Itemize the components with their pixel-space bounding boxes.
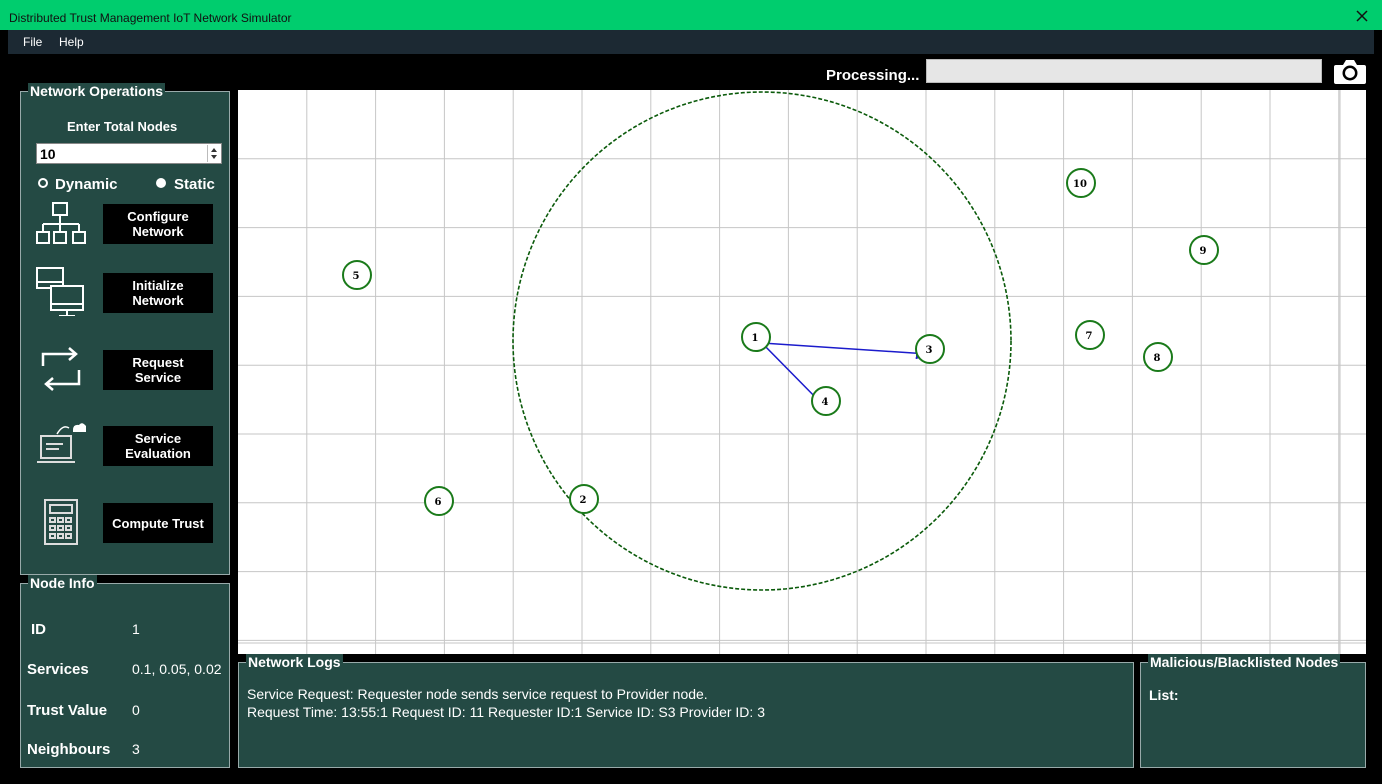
title-bar: Distributed Trust Management IoT Network… (0, 0, 1382, 30)
log-line: Request Time: 13:55:1 Request ID: 11 Req… (247, 704, 765, 720)
node-label: 10 (1073, 179, 1087, 190)
service-link (761, 342, 931, 360)
log-line: Service Request: Requester node sends se… (247, 686, 708, 702)
close-icon[interactable] (1354, 8, 1370, 24)
node-label: 1 (752, 333, 759, 344)
node-label: 7 (1086, 331, 1093, 342)
trust-value: 0 (132, 702, 140, 718)
network-logs-panel: Network Logs Service Request: Requester … (238, 654, 1134, 768)
panel-title: Malicious/Blacklisted Nodes (1148, 654, 1341, 670)
menu-file[interactable]: File (23, 35, 42, 49)
window-title: Distributed Trust Management IoT Network… (9, 11, 292, 25)
node-label: 3 (926, 345, 933, 356)
stepper-up-icon[interactable] (211, 148, 217, 152)
service-evaluation-button[interactable]: Service Evaluation (103, 426, 213, 466)
trust-value-label: Trust Value (27, 702, 108, 719)
panel-title: Network Logs (246, 654, 343, 670)
progress-bar (926, 59, 1322, 83)
compute-trust-button[interactable]: Compute Trust (103, 503, 213, 543)
node-label: 9 (1200, 246, 1207, 257)
neighbours-label: Neighbours (27, 741, 111, 758)
services-value: 0.1, 0.05, 0.02 (132, 661, 222, 677)
radio-static[interactable] (156, 178, 166, 188)
total-nodes-label: Enter Total Nodes (67, 119, 178, 134)
neighbours-value: 3 (132, 741, 140, 757)
node-info-panel: Node Info ID 1 Services 0.1, 0.05, 0.02 … (20, 575, 230, 768)
stepper-down-icon[interactable] (211, 155, 217, 159)
configure-network-button[interactable]: Configure Network (103, 204, 213, 244)
node-label: 5 (353, 271, 360, 282)
network-canvas[interactable]: 1 2 3 4 5 6 7 8 9 10 (238, 90, 1366, 654)
total-nodes-input[interactable]: 10 (36, 143, 222, 164)
radio-dynamic[interactable] (38, 178, 48, 188)
services-label: Services (27, 661, 89, 678)
exchange-arrows-icon (41, 347, 81, 391)
computers-icon (36, 267, 84, 316)
id-label: ID (31, 621, 46, 638)
network-operations-panel: Network Operations Enter Total Nodes 10 … (20, 83, 230, 575)
blacklist-list-label: List: (1149, 687, 1179, 703)
radio-static-label: Static (174, 176, 215, 193)
radio-dynamic-label: Dynamic (55, 176, 118, 193)
menu-bar: File Help (8, 30, 1374, 54)
laptop-cloud-icon (37, 423, 86, 463)
total-nodes-value: 10 (40, 146, 56, 162)
calculator-icon (44, 499, 78, 545)
node-label: 2 (580, 495, 587, 506)
node-label: 4 (822, 397, 829, 408)
node-label: 8 (1154, 353, 1161, 364)
panel-title: Node Info (28, 575, 97, 591)
camera-icon[interactable] (1332, 56, 1368, 86)
blacklist-panel: Malicious/Blacklisted Nodes List: (1140, 654, 1366, 768)
id-value: 1 (132, 621, 140, 637)
menu-help[interactable]: Help (59, 35, 84, 49)
node-label: 6 (435, 497, 442, 508)
network-hierarchy-icon (36, 202, 86, 244)
processing-label: Processing... (826, 67, 920, 84)
request-service-button[interactable]: Request Service (103, 350, 213, 390)
stepper-arrows[interactable] (207, 145, 220, 162)
network-graph[interactable]: 1 2 3 4 5 6 7 8 9 10 (238, 90, 1366, 654)
initialize-network-button[interactable]: Initialize Network (103, 273, 213, 313)
panel-title: Network Operations (28, 83, 166, 99)
